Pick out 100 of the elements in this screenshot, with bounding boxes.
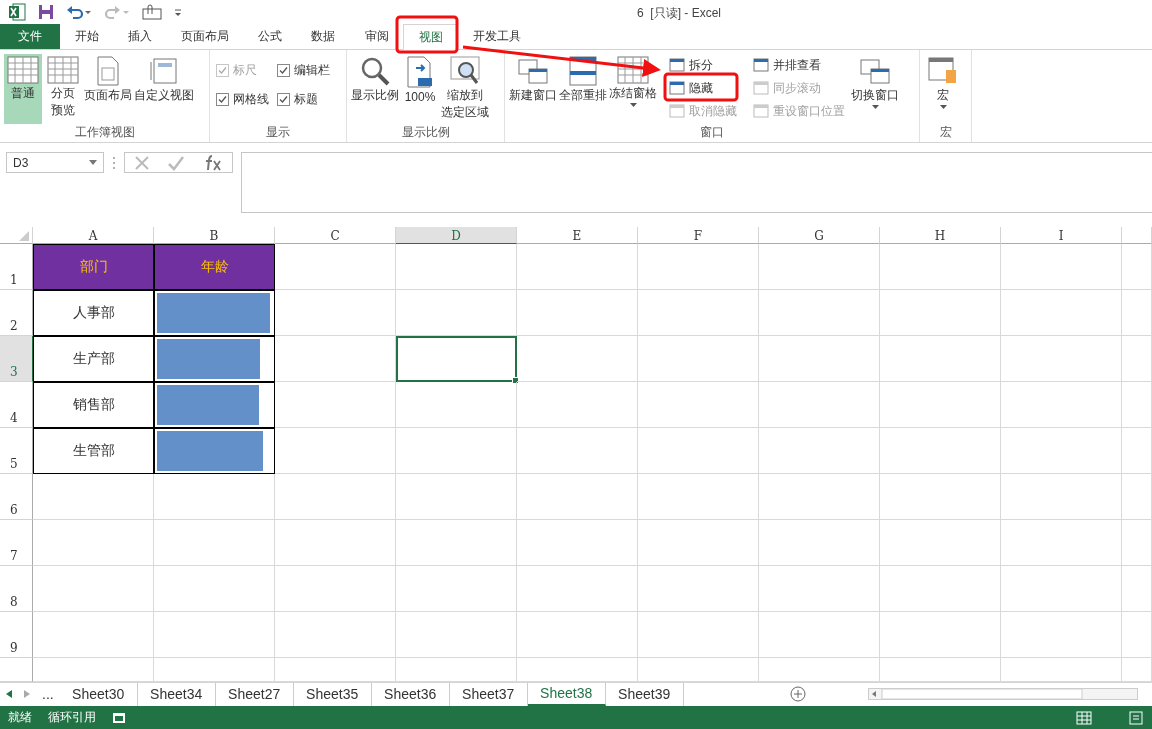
- cell-text: 人事部: [72, 303, 115, 322]
- page-arrow-icon: [406, 56, 434, 89]
- ribbon-button[interactable]: 缩放到 选定区域: [441, 54, 489, 123]
- cell-text: 生管部: [72, 441, 115, 460]
- checkmark-icon: [218, 95, 227, 105]
- header-text: 部门: [79, 257, 108, 276]
- sheet-tab[interactable]: Sheet38: [527, 682, 606, 707]
- row-header[interactable]: 8: [0, 565, 33, 612]
- more-sheets[interactable]: ...: [36, 682, 60, 707]
- excel-logo-icon[interactable]: [8, 2, 26, 21]
- ribbon-button[interactable]: 新建窗口: [509, 54, 557, 106]
- table-cell: [1122, 335, 1152, 382]
- caret-icon: [871, 105, 879, 110]
- file-tab[interactable]: 文件: [0, 23, 60, 50]
- show-checkbox[interactable]: 网格线: [216, 91, 269, 109]
- header-text: 年龄: [200, 257, 229, 276]
- page-layout-icon: [96, 56, 120, 87]
- column-header[interactable]: [1122, 226, 1152, 244]
- table-cell: [1122, 565, 1152, 612]
- formula-input[interactable]: [241, 152, 1152, 214]
- show-checkbox[interactable]: 标题: [277, 91, 330, 109]
- column-header[interactable]: I: [1001, 226, 1122, 244]
- table-cell: [1122, 473, 1152, 520]
- scrollbar-icon[interactable]: [867, 688, 1138, 701]
- row-header[interactable]: 4: [0, 381, 33, 428]
- name-box[interactable]: D3: [6, 152, 104, 174]
- scroll-right-icon[interactable]: [24, 690, 30, 699]
- ribbon-small-button[interactable]: 拆分: [669, 56, 737, 75]
- show-checkbox[interactable]: 编辑栏: [277, 62, 330, 80]
- scroll-left-icon[interactable]: [6, 690, 12, 699]
- column-header[interactable]: B: [154, 226, 275, 244]
- zoom-icon: [360, 56, 390, 87]
- ribbon-button[interactable]: 冻结窗格: [609, 54, 657, 110]
- status-text: 循环引用: [48, 709, 96, 727]
- checkmark-icon: [218, 66, 227, 76]
- ribbon-button[interactable]: 分页 预览: [44, 54, 82, 121]
- fill-handle[interactable]: [512, 376, 519, 384]
- add-sheet-icon[interactable]: [789, 686, 806, 703]
- column-header[interactable]: H: [880, 226, 1001, 244]
- highlight-frame: [395, 15, 459, 54]
- caret-icon: [939, 105, 947, 110]
- column-header[interactable]: E: [517, 226, 638, 244]
- row-header[interactable]: [0, 657, 33, 682]
- table-cell: [1122, 243, 1152, 290]
- column-header[interactable]: C: [275, 226, 396, 244]
- row-header[interactable]: 7: [0, 519, 33, 566]
- checkmark-icon: [279, 66, 288, 76]
- attach-icon[interactable]: [142, 3, 162, 20]
- ribbon-small-button[interactable]: 并排查看: [753, 56, 845, 75]
- row-header[interactable]: 9: [0, 611, 33, 658]
- ribbon-button[interactable]: 普通: [4, 54, 42, 125]
- normal-view-icon[interactable]: [1076, 710, 1092, 725]
- row-header[interactable]: 6: [0, 473, 33, 520]
- selected-cell[interactable]: [396, 335, 517, 382]
- table-cell: [1122, 427, 1152, 474]
- row-header[interactable]: 2: [0, 289, 33, 336]
- ribbon-tab[interactable]: 视图: [403, 23, 459, 51]
- ribbon-button[interactable]: 显示比例: [351, 54, 399, 106]
- ribbon-button[interactable]: 100%: [401, 54, 439, 108]
- cell-text: 销售部: [72, 395, 115, 414]
- column-header[interactable]: D: [396, 226, 517, 244]
- arrange-windows-icon: [569, 56, 597, 87]
- group-label: 工作簿视图: [73, 124, 136, 142]
- reset-position-icon: [753, 104, 769, 119]
- column-header[interactable]: A: [33, 226, 154, 244]
- table-cell: [1122, 381, 1152, 428]
- column-header[interactable]: F: [638, 226, 759, 244]
- table-cell: [1122, 289, 1152, 336]
- checkmark-icon: [279, 95, 288, 105]
- insert-function-icon[interactable]: [203, 154, 224, 171]
- group-label: 窗口: [699, 124, 725, 142]
- custom-view-icon: [149, 56, 179, 87]
- ribbon-button[interactable]: 页面布局: [84, 54, 132, 106]
- unhide-window-icon: [669, 104, 685, 119]
- ribbon-small-button[interactable]: 隐藏: [669, 79, 737, 98]
- new-window-icon: [518, 56, 548, 87]
- undo-icon[interactable]: [66, 3, 92, 20]
- row-header[interactable]: 1: [0, 243, 33, 290]
- caret-icon: [629, 103, 637, 108]
- ribbon-button[interactable]: 全部重排: [559, 54, 607, 106]
- table-cell: [1122, 611, 1152, 658]
- split-icon: [669, 58, 685, 73]
- drag-handle-icon: [112, 156, 116, 171]
- row-header[interactable]: 3: [0, 335, 33, 382]
- group-label: 显示: [265, 124, 291, 142]
- customize-icon[interactable]: [174, 6, 182, 17]
- page-layout-view-icon[interactable]: [1128, 710, 1144, 725]
- row-header[interactable]: 5: [0, 427, 33, 474]
- column-header[interactable]: G: [759, 226, 880, 244]
- window-title: 6 [只读] - Excel: [637, 5, 722, 22]
- hide-window-icon: [669, 81, 685, 96]
- switch-windows-icon: [860, 56, 890, 87]
- ribbon-button[interactable]: 宏: [924, 54, 962, 112]
- group-label: 宏: [938, 124, 953, 142]
- page-break-icon: [47, 56, 79, 85]
- group-label: 显示比例: [400, 124, 451, 142]
- macro-record-icon[interactable]: [112, 711, 126, 724]
- ribbon-button[interactable]: 自定义视图: [134, 54, 194, 106]
- status-text: 就绪: [8, 709, 32, 727]
- ribbon-button[interactable]: 切换窗口: [851, 54, 899, 112]
